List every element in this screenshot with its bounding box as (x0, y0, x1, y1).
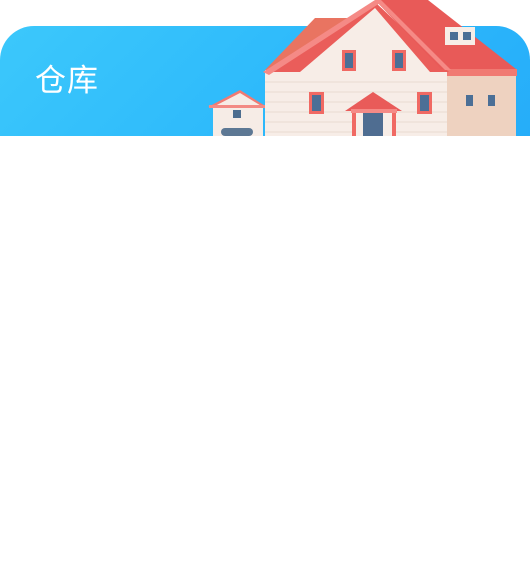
warehouse-page: 仓库 (0, 0, 530, 586)
page-title: 仓库 (35, 63, 99, 99)
house-illustration-icon (208, 0, 517, 136)
content-area (0, 136, 530, 586)
